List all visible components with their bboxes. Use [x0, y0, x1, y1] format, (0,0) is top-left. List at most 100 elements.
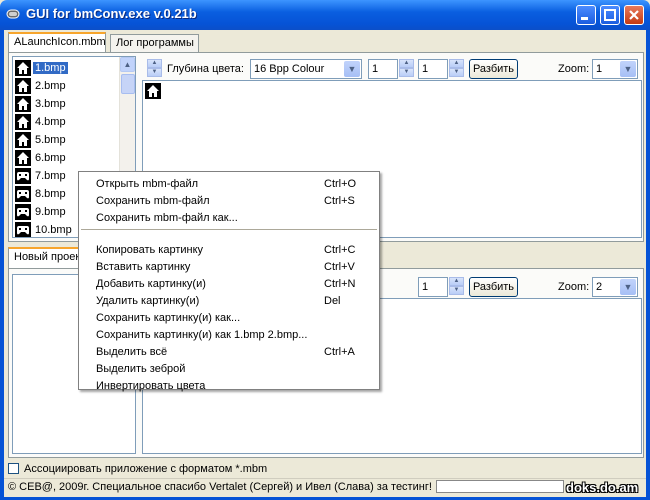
window-title: GUI for bmConv.exe v.0.21b — [26, 6, 197, 21]
context-menu-item[interactable]: Выделить всё Ctrl+A — [79, 344, 379, 361]
app-icon — [6, 9, 20, 19]
bottom-split-button[interactable]: Разбить — [469, 277, 518, 297]
top-spin-buttons-2[interactable]: ▲ ▼ — [449, 59, 464, 79]
bottom-spin-value-2: 1 — [422, 281, 429, 293]
split-button[interactable]: Разбить — [469, 59, 518, 79]
menu-item-shortcut: Ctrl+S — [324, 195, 355, 207]
list-item-label: 10.bmp — [35, 224, 72, 236]
list-item-label: 1.bmp — [33, 62, 68, 74]
context-menu-item[interactable]: Вставить картинку Ctrl+V — [79, 259, 379, 276]
context-menu-item[interactable]: Инвертировать цвета — [79, 378, 379, 395]
maximize-button[interactable] — [600, 5, 620, 25]
home-icon — [15, 132, 31, 148]
menu-separator — [81, 229, 377, 230]
spin-down-icon[interactable]: ▼ — [399, 68, 414, 77]
window-frame-left — [0, 30, 4, 500]
top-spin-field-2[interactable]: 1 — [418, 59, 448, 79]
bottom-zoom-select[interactable]: 2 ▼ — [592, 277, 638, 297]
top-spin-field-1[interactable]: 1 — [368, 59, 398, 79]
list-item-label: 9.bmp — [35, 206, 66, 218]
associate-checkbox[interactable] — [8, 463, 19, 474]
top-move-updown[interactable]: ▲ ▼ — [147, 59, 162, 79]
menu-item-label: Открыть mbm-файл — [96, 178, 199, 190]
move-up-icon[interactable]: ▲ — [147, 59, 162, 68]
zoom-select[interactable]: 1 ▼ — [592, 59, 638, 79]
menu-item-shortcut: Ctrl+A — [324, 346, 355, 358]
color-depth-label: Глубина цвета: — [167, 63, 244, 75]
menu-item-shortcut: Ctrl+V — [324, 261, 355, 273]
chevron-down-icon[interactable]: ▼ — [620, 279, 636, 295]
spin-down-icon[interactable]: ▼ — [449, 68, 464, 77]
context-menu-item[interactable]: Добавить картинку(и) Ctrl+N — [79, 276, 379, 293]
menu-item-label: Сохранить картинку(и) как... — [96, 312, 241, 324]
home-icon — [15, 114, 31, 130]
gamepad-icon — [15, 204, 31, 220]
menu-item-label: Сохранить mbm-файл как... — [96, 212, 238, 224]
bottom-spin-buttons-2[interactable]: ▲ ▼ — [449, 277, 464, 297]
context-menu: Открыть mbm-файл Ctrl+O Сохранить mbm-файл… — [78, 171, 380, 392]
spin-up-icon[interactable]: ▲ — [449, 277, 464, 286]
tab-program-log[interactable]: Лог программы — [110, 34, 199, 52]
gamepad-icon — [15, 222, 31, 237]
chevron-down-icon[interactable]: ▼ — [344, 61, 360, 77]
bottom-spin-field-2[interactable]: 1 — [418, 277, 448, 297]
menu-item-label: Удалить картинку(и) — [96, 295, 200, 307]
context-menu-item[interactable]: Открыть mbm-файл Ctrl+O — [79, 176, 379, 193]
list-item[interactable]: 3.bmp — [13, 95, 119, 113]
color-depth-value: 16 Bpp Colour — [254, 63, 325, 75]
list-item[interactable]: 2.bmp — [13, 77, 119, 95]
menu-item-label: Вставить картинку — [96, 261, 191, 273]
context-menu-item[interactable]: Копировать картинку Ctrl+C — [79, 242, 379, 259]
context-menu-item[interactable]: Удалить картинку(и) Del — [79, 293, 379, 310]
chevron-down-icon[interactable]: ▼ — [620, 61, 636, 77]
context-menu-item[interactable]: Сохранить картинку(и) как... — [79, 310, 379, 327]
spin-down-icon[interactable]: ▼ — [449, 286, 464, 295]
minimize-button[interactable] — [576, 5, 596, 25]
list-item[interactable]: 5.bmp — [13, 131, 119, 149]
list-item[interactable]: 6.bmp — [13, 149, 119, 167]
spin-up-icon[interactable]: ▲ — [449, 59, 464, 68]
context-menu-item[interactable]: Сохранить картинку(и) как 1.bmp 2.bmp... — [79, 327, 379, 344]
color-depth-select[interactable]: 16 Bpp Colour ▼ — [250, 59, 362, 79]
associate-label: Ассоциировать приложение с форматом *.mb… — [24, 463, 268, 475]
context-menu-item[interactable]: Сохранить mbm-файл как... — [79, 210, 379, 227]
scroll-up-button[interactable]: ▲ — [120, 57, 135, 72]
list-item-label: 5.bmp — [35, 134, 66, 146]
menu-item-shortcut: Ctrl+N — [324, 278, 356, 290]
home-icon — [15, 60, 31, 76]
gamepad-icon — [15, 186, 31, 202]
menu-item-label: Сохранить картинку(и) как 1.bmp 2.bmp... — [96, 329, 308, 341]
zoom-value: 1 — [596, 63, 603, 75]
context-menu-item[interactable]: Сохранить mbm-файл Ctrl+S — [79, 193, 379, 210]
window-frame-right — [646, 30, 650, 500]
context-menu-item[interactable]: Выделить зеброй — [79, 361, 379, 378]
menu-item-shortcut: Ctrl+O — [324, 178, 357, 190]
progress-bar — [436, 480, 564, 493]
list-item-label: 4.bmp — [35, 116, 66, 128]
list-item[interactable]: 1.bmp — [13, 59, 119, 77]
gamepad-icon — [15, 168, 31, 184]
tab-alaunchicon[interactable]: ALaunchIcon.mbm — [8, 32, 106, 53]
list-item[interactable]: 4.bmp — [13, 113, 119, 131]
home-icon — [145, 83, 161, 99]
status-text: © CEB@, 2009г. Специальное спасибо Verta… — [8, 481, 432, 493]
home-icon — [15, 150, 31, 166]
minimize-icon — [581, 17, 588, 20]
scroll-thumb[interactable] — [121, 74, 135, 94]
top-spin-buttons-1[interactable]: ▲ ▼ — [399, 59, 414, 79]
menu-item-label: Выделить зеброй — [96, 363, 186, 375]
list-item-label: 3.bmp — [35, 98, 66, 110]
close-icon — [629, 10, 639, 20]
move-down-icon[interactable]: ▼ — [147, 68, 162, 77]
zoom-label: Zoom: — [558, 63, 590, 75]
home-icon — [15, 78, 31, 94]
top-spin-value-1: 1 — [372, 63, 379, 75]
menu-item-shortcut: Del — [324, 295, 341, 307]
bottom-zoom-value: 2 — [596, 281, 603, 293]
spin-up-icon[interactable]: ▲ — [399, 59, 414, 68]
close-button[interactable] — [624, 5, 644, 25]
list-item-label: 8.bmp — [35, 188, 66, 200]
menu-item-label: Копировать картинку — [96, 244, 204, 256]
menu-item-label: Выделить всё — [96, 346, 168, 358]
top-spin-value-2: 1 — [422, 63, 429, 75]
